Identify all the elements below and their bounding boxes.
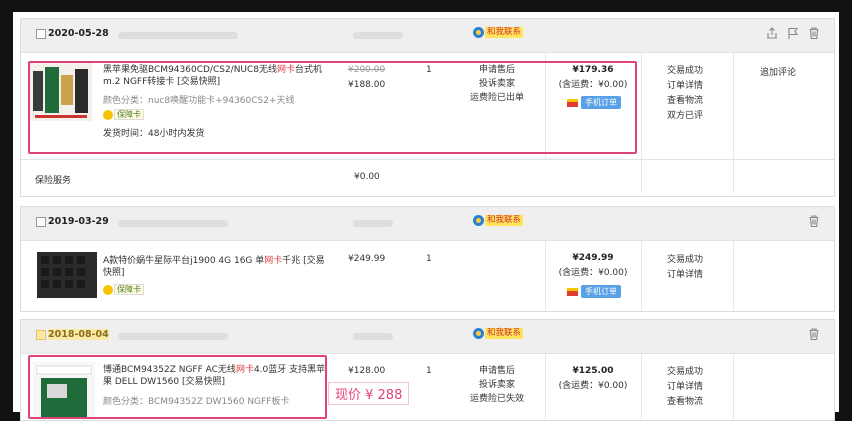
shop-name-blurred xyxy=(353,220,393,227)
total-price: ¥249.99 xyxy=(572,253,614,263)
order-header: 2019-03-29 和我联系 xyxy=(21,207,834,241)
highlight-box xyxy=(28,61,637,154)
order-date: 2019-03-29 xyxy=(48,216,109,227)
insurance-row: 保险服务 ¥0.00 xyxy=(21,159,834,197)
order-status: 交易成功 订单详情 查看物流 双方已评 xyxy=(667,64,703,124)
order-checkbox[interactable] xyxy=(36,217,46,227)
shipping-fee: (含运费：¥0.00) xyxy=(558,268,628,278)
order-number-blurred xyxy=(118,32,238,39)
unit-price: ¥128.00 xyxy=(348,366,386,376)
both-reviewed-label: 双方已评 xyxy=(667,111,704,121)
insurance-label: 保险服务 xyxy=(35,176,72,186)
title-highlight: 网卡 xyxy=(264,256,283,266)
order-card: 2019-03-29 和我联系 A款特价蜗牛星际平台j1900 4G 16G 单… xyxy=(20,206,835,312)
shop-name-blurred xyxy=(353,333,393,340)
order-header: 2018-08-04 和我联系 xyxy=(21,320,834,354)
order-header: 2020-05-28 和我联系 xyxy=(21,19,834,53)
wangwang-icon xyxy=(473,27,484,38)
order-status: 交易成功 订单详情 查看物流 xyxy=(667,365,703,410)
title-text: A款特价蜗牛星际平台j1900 4G 16G 单 xyxy=(103,256,265,266)
order-details-link[interactable]: 订单详情 xyxy=(667,380,703,395)
order-date: 2020-05-28 xyxy=(48,28,109,39)
total-block: ¥125.00 (含运费：¥0.00) xyxy=(548,364,638,394)
guarantee-label: 保障卡 xyxy=(114,284,144,295)
col-divider xyxy=(733,354,734,420)
shipping-insurance-link[interactable]: 运费险已失效 xyxy=(467,392,527,406)
mobile-order-tag: 手机订单 xyxy=(567,285,621,298)
contact-label: 和我联系 xyxy=(485,215,524,226)
guarantee-icon xyxy=(103,284,113,295)
total-block: ¥249.99 (含运费：¥0.00) xyxy=(548,251,638,281)
shipping-fee: (含运费：¥0.00) xyxy=(558,381,628,391)
quantity: 1 xyxy=(426,366,432,376)
status-success: 交易成功 xyxy=(667,66,704,76)
order-details-link[interactable]: 订单详情 xyxy=(667,268,703,283)
col-divider xyxy=(545,354,546,420)
mobile-order-label: 手机订单 xyxy=(581,285,621,298)
order-status: 交易成功 订单详情 xyxy=(667,253,703,283)
flag-icon[interactable] xyxy=(787,27,799,39)
wangwang-icon xyxy=(473,328,484,339)
contact-label: 和我联系 xyxy=(485,27,524,38)
order-checkbox[interactable] xyxy=(36,330,46,340)
unit-price: ¥249.99 xyxy=(348,254,386,264)
col-divider xyxy=(733,241,734,311)
order-header-icons xyxy=(808,328,820,340)
status-success: 交易成功 xyxy=(667,255,704,265)
order-header-icons xyxy=(766,27,820,39)
guarantee-badge[interactable]: 保障卡 xyxy=(103,284,144,295)
order-details-link[interactable]: 订单详情 xyxy=(667,79,703,94)
view-logistics-link[interactable]: 查看物流 xyxy=(667,395,703,410)
wangwang-icon xyxy=(473,215,484,226)
trash-icon[interactable] xyxy=(808,215,820,227)
col-divider xyxy=(641,354,642,420)
quantity: 1 xyxy=(426,254,432,264)
highlight-box xyxy=(28,355,327,419)
current-price-label: 现价 ¥ 288 xyxy=(328,382,410,405)
contact-label: 和我联系 xyxy=(485,328,524,339)
insurance-price: ¥0.00 xyxy=(354,172,380,182)
order-item-row: A款特价蜗牛星际平台j1900 4G 16G 单网卡千兆 [交易快照] 保障卡 … xyxy=(21,241,834,311)
order-checkbox[interactable] xyxy=(36,29,46,39)
view-logistics-link[interactable]: 查看物流 xyxy=(667,94,703,109)
col-divider xyxy=(641,241,642,311)
status-success: 交易成功 xyxy=(667,367,704,377)
mobile-flag-icon xyxy=(567,287,578,296)
shop-name-blurred xyxy=(353,32,403,39)
apply-after-sales-link[interactable]: 申请售后 xyxy=(467,364,527,378)
complain-seller-link[interactable]: 投诉卖家 xyxy=(467,378,527,392)
product-thumbnail[interactable] xyxy=(37,252,97,298)
trash-icon[interactable] xyxy=(808,328,820,340)
trash-icon[interactable] xyxy=(808,27,820,39)
contact-seller-button[interactable]: 和我联系 xyxy=(473,215,524,226)
order-list: 2020-05-28 和我联系 黑苹果免驱BCM94360CD/CS2/NUC8… xyxy=(13,12,839,421)
order-number-blurred xyxy=(118,220,228,227)
share-icon[interactable] xyxy=(766,27,778,39)
add-review-link[interactable]: 追加评论 xyxy=(760,65,796,78)
col-divider xyxy=(545,241,546,311)
contact-seller-button[interactable]: 和我联系 xyxy=(473,27,524,38)
order-date: 2018-08-04 xyxy=(48,329,109,340)
product-title[interactable]: A款特价蜗牛星际平台j1900 4G 16G 单网卡千兆 [交易快照] xyxy=(103,255,330,279)
order-number-blurred xyxy=(118,333,228,340)
total-price: ¥125.00 xyxy=(572,366,614,376)
order-header-icons xyxy=(808,215,820,227)
contact-seller-button[interactable]: 和我联系 xyxy=(473,328,524,339)
